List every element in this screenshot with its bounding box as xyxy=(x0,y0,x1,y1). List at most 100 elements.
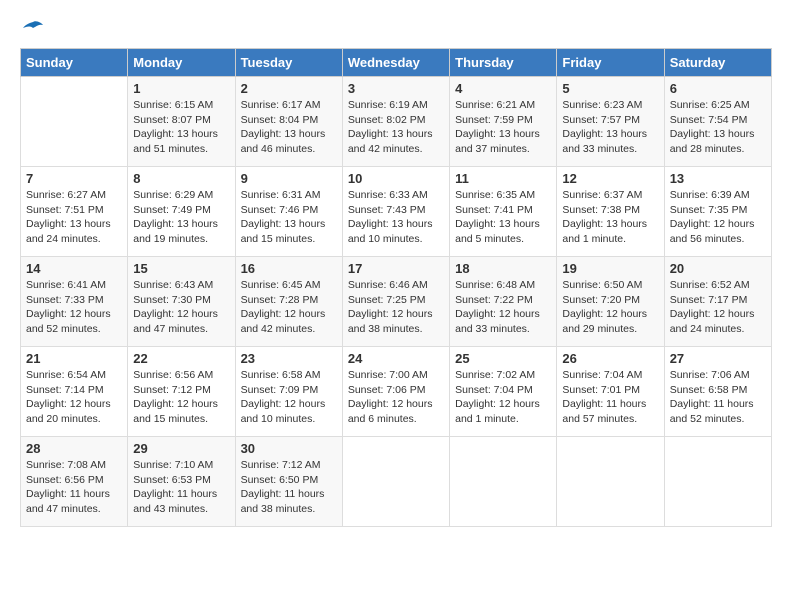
day-info: Sunrise: 6:19 AM Sunset: 8:02 PM Dayligh… xyxy=(348,98,444,157)
calendar-cell xyxy=(557,437,664,527)
weekday-header-monday: Monday xyxy=(128,49,235,77)
day-number: 1 xyxy=(133,81,229,96)
day-info: Sunrise: 6:39 AM Sunset: 7:35 PM Dayligh… xyxy=(670,188,766,247)
calendar-cell: 20Sunrise: 6:52 AM Sunset: 7:17 PM Dayli… xyxy=(664,257,771,347)
calendar-cell: 23 Sunrise: 6:58 AM Sunset: 7:09 PM Dayli… xyxy=(235,347,342,437)
day-number: 13 xyxy=(670,171,766,186)
day-info: Sunrise: 6:27 AM Sunset: 7:51 PM Dayligh… xyxy=(26,188,122,247)
day-number: 20 xyxy=(670,261,766,276)
day-number: 27 xyxy=(670,351,766,366)
day-info: Sunrise: 6:46 AM Sunset: 7:25 PM Dayligh… xyxy=(348,278,444,337)
day-info: Sunrise: 6:50 AM Sunset: 7:20 PM Dayligh… xyxy=(562,278,658,337)
calendar-cell: 27 Sunrise: 7:06 AM Sunset: 6:58 PM Dayli… xyxy=(664,347,771,437)
day-number: 4 xyxy=(455,81,551,96)
day-number: 3 xyxy=(348,81,444,96)
calendar-table: SundayMondayTuesdayWednesdayThursdayFrid… xyxy=(20,48,772,527)
day-info: Sunrise: 6:35 AM Sunset: 7:41 PM Dayligh… xyxy=(455,188,551,247)
day-info: Sunrise: 7:10 AM Sunset: 6:53 PM Dayligh… xyxy=(133,458,229,517)
calendar-cell: 14 Sunrise: 6:41 AM Sunset: 7:33 PM Dayli… xyxy=(21,257,128,347)
day-number: 12 xyxy=(562,171,658,186)
day-number: 8 xyxy=(133,171,229,186)
day-info: Sunrise: 6:56 AM Sunset: 7:12 PM Dayligh… xyxy=(133,368,229,427)
calendar-week-2: 7Sunrise: 6:27 AM Sunset: 7:51 PM Daylig… xyxy=(21,167,772,257)
calendar-cell: 26 Sunrise: 7:04 AM Sunset: 7:01 PM Dayli… xyxy=(557,347,664,437)
day-info: Sunrise: 6:21 AM Sunset: 7:59 PM Dayligh… xyxy=(455,98,551,157)
calendar-cell: 3 Sunrise: 6:19 AM Sunset: 8:02 PM Daylig… xyxy=(342,77,449,167)
day-number: 28 xyxy=(26,441,122,456)
calendar-cell: 24 Sunrise: 7:00 AM Sunset: 7:06 PM Dayli… xyxy=(342,347,449,437)
day-info: Sunrise: 7:08 AM Sunset: 6:56 PM Dayligh… xyxy=(26,458,122,517)
calendar-cell: 6 Sunrise: 6:25 AM Sunset: 7:54 PM Daylig… xyxy=(664,77,771,167)
logo-bird-icon xyxy=(23,20,43,38)
day-number: 15 xyxy=(133,261,229,276)
calendar-week-1: 1Sunrise: 6:15 AM Sunset: 8:07 PM Daylig… xyxy=(21,77,772,167)
day-info: Sunrise: 6:43 AM Sunset: 7:30 PM Dayligh… xyxy=(133,278,229,337)
day-info: Sunrise: 7:12 AM Sunset: 6:50 PM Dayligh… xyxy=(241,458,337,517)
weekday-header-friday: Friday xyxy=(557,49,664,77)
calendar-cell xyxy=(664,437,771,527)
day-info: Sunrise: 6:58 AM Sunset: 7:09 PM Dayligh… xyxy=(241,368,337,427)
day-number: 22 xyxy=(133,351,229,366)
day-number: 11 xyxy=(455,171,551,186)
calendar-cell: 13 Sunrise: 6:39 AM Sunset: 7:35 PM Dayli… xyxy=(664,167,771,257)
day-number: 30 xyxy=(241,441,337,456)
day-number: 18 xyxy=(455,261,551,276)
day-number: 14 xyxy=(26,261,122,276)
calendar-cell: 11 Sunrise: 6:35 AM Sunset: 7:41 PM Dayli… xyxy=(450,167,557,257)
calendar-cell: 25 Sunrise: 7:02 AM Sunset: 7:04 PM Dayli… xyxy=(450,347,557,437)
calendar-week-4: 21 Sunrise: 6:54 AM Sunset: 7:14 PM Dayli… xyxy=(21,347,772,437)
day-info: Sunrise: 6:41 AM Sunset: 7:33 PM Dayligh… xyxy=(26,278,122,337)
day-info: Sunrise: 6:25 AM Sunset: 7:54 PM Dayligh… xyxy=(670,98,766,157)
day-number: 2 xyxy=(241,81,337,96)
day-info: Sunrise: 6:29 AM Sunset: 7:49 PM Dayligh… xyxy=(133,188,229,247)
day-number: 29 xyxy=(133,441,229,456)
day-info: Sunrise: 6:23 AM Sunset: 7:57 PM Dayligh… xyxy=(562,98,658,157)
calendar-cell xyxy=(342,437,449,527)
day-info: Sunrise: 6:17 AM Sunset: 8:04 PM Dayligh… xyxy=(241,98,337,157)
weekday-header-saturday: Saturday xyxy=(664,49,771,77)
day-info: Sunrise: 6:37 AM Sunset: 7:38 PM Dayligh… xyxy=(562,188,658,247)
day-number: 19 xyxy=(562,261,658,276)
calendar-cell: 30 Sunrise: 7:12 AM Sunset: 6:50 PM Dayli… xyxy=(235,437,342,527)
calendar-cell: 18 Sunrise: 6:48 AM Sunset: 7:22 PM Dayli… xyxy=(450,257,557,347)
day-info: Sunrise: 7:04 AM Sunset: 7:01 PM Dayligh… xyxy=(562,368,658,427)
calendar-header: SundayMondayTuesdayWednesdayThursdayFrid… xyxy=(21,49,772,77)
day-info: Sunrise: 6:48 AM Sunset: 7:22 PM Dayligh… xyxy=(455,278,551,337)
calendar-cell: 1Sunrise: 6:15 AM Sunset: 8:07 PM Daylig… xyxy=(128,77,235,167)
day-info: Sunrise: 6:31 AM Sunset: 7:46 PM Dayligh… xyxy=(241,188,337,247)
calendar-cell: 15 Sunrise: 6:43 AM Sunset: 7:30 PM Dayli… xyxy=(128,257,235,347)
calendar-cell: 9 Sunrise: 6:31 AM Sunset: 7:46 PM Daylig… xyxy=(235,167,342,257)
calendar-cell: 7Sunrise: 6:27 AM Sunset: 7:51 PM Daylig… xyxy=(21,167,128,257)
day-info: Sunrise: 6:45 AM Sunset: 7:28 PM Dayligh… xyxy=(241,278,337,337)
day-info: Sunrise: 6:33 AM Sunset: 7:43 PM Dayligh… xyxy=(348,188,444,247)
calendar-cell: 12 Sunrise: 6:37 AM Sunset: 7:38 PM Dayli… xyxy=(557,167,664,257)
calendar-week-5: 28 Sunrise: 7:08 AM Sunset: 6:56 PM Dayli… xyxy=(21,437,772,527)
day-number: 9 xyxy=(241,171,337,186)
calendar-cell: 5 Sunrise: 6:23 AM Sunset: 7:57 PM Daylig… xyxy=(557,77,664,167)
day-number: 24 xyxy=(348,351,444,366)
day-number: 10 xyxy=(348,171,444,186)
calendar-cell: 4 Sunrise: 6:21 AM Sunset: 7:59 PM Daylig… xyxy=(450,77,557,167)
calendar-week-3: 14 Sunrise: 6:41 AM Sunset: 7:33 PM Dayli… xyxy=(21,257,772,347)
day-info: Sunrise: 6:54 AM Sunset: 7:14 PM Dayligh… xyxy=(26,368,122,427)
day-number: 23 xyxy=(241,351,337,366)
day-info: Sunrise: 7:06 AM Sunset: 6:58 PM Dayligh… xyxy=(670,368,766,427)
day-number: 26 xyxy=(562,351,658,366)
calendar-cell: 10 Sunrise: 6:33 AM Sunset: 7:43 PM Dayli… xyxy=(342,167,449,257)
header-row: SundayMondayTuesdayWednesdayThursdayFrid… xyxy=(21,49,772,77)
day-info: Sunrise: 7:02 AM Sunset: 7:04 PM Dayligh… xyxy=(455,368,551,427)
calendar-cell: 2 Sunrise: 6:17 AM Sunset: 8:04 PM Daylig… xyxy=(235,77,342,167)
logo xyxy=(20,20,43,38)
calendar-cell: 21 Sunrise: 6:54 AM Sunset: 7:14 PM Dayli… xyxy=(21,347,128,437)
calendar-cell: 16 Sunrise: 6:45 AM Sunset: 7:28 PM Dayli… xyxy=(235,257,342,347)
day-number: 6 xyxy=(670,81,766,96)
weekday-header-wednesday: Wednesday xyxy=(342,49,449,77)
day-number: 21 xyxy=(26,351,122,366)
day-number: 16 xyxy=(241,261,337,276)
day-number: 5 xyxy=(562,81,658,96)
day-number: 25 xyxy=(455,351,551,366)
day-info: Sunrise: 7:00 AM Sunset: 7:06 PM Dayligh… xyxy=(348,368,444,427)
day-number: 17 xyxy=(348,261,444,276)
calendar-cell: 8 Sunrise: 6:29 AM Sunset: 7:49 PM Daylig… xyxy=(128,167,235,257)
weekday-header-thursday: Thursday xyxy=(450,49,557,77)
